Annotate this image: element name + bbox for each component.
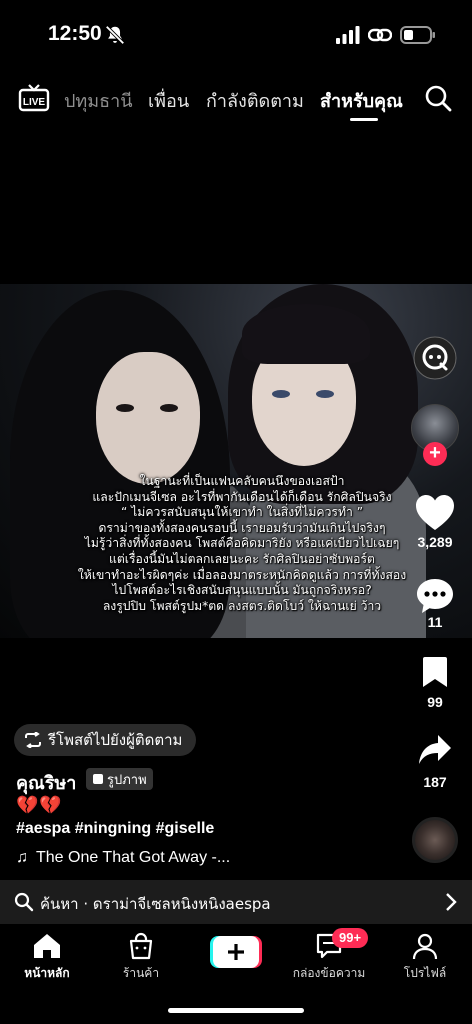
saves-count: 99 bbox=[427, 694, 443, 710]
heart-icon[interactable] bbox=[415, 494, 455, 532]
caption-line: แต่เรื่องนี้มันไม่ตลกเลยนะคะ รักศิลปินอย… bbox=[109, 551, 375, 566]
tab-profile[interactable]: โปรไฟล์ bbox=[380, 932, 470, 983]
repost-button[interactable]: รีโพสต์ไปยังผู้ติดตาม bbox=[14, 724, 197, 756]
comment-icon[interactable] bbox=[416, 578, 454, 614]
photo-badge: รูปภาพ bbox=[86, 768, 153, 790]
chevron-right-icon bbox=[446, 893, 457, 911]
person-left-face bbox=[96, 352, 200, 484]
caption-line: และปักเมนจีเซล อะไรที่พากันเดือนได้ก็เดื… bbox=[92, 489, 392, 504]
caption-line: ไม่รู้ว่าสิ่งที่ทั้งสองคน โพสต์คือคิดมาร… bbox=[84, 536, 400, 551]
status-time: 12:50 bbox=[48, 22, 102, 45]
create-button[interactable] bbox=[210, 936, 262, 968]
tab-profile-label: โปรไฟล์ bbox=[403, 966, 447, 980]
tab-shop[interactable]: ร้านค้า bbox=[96, 932, 186, 983]
tab-friends[interactable]: เพื่อน bbox=[148, 86, 189, 115]
follow-button[interactable]: + bbox=[423, 442, 447, 466]
shop-bag-icon bbox=[129, 932, 153, 960]
search-icon[interactable] bbox=[424, 84, 452, 112]
caption-emojis: 💔💔 bbox=[16, 795, 63, 816]
likes-count: 3,289 bbox=[417, 534, 453, 550]
live-icon[interactable]: LIVE bbox=[18, 84, 50, 112]
caption-line: ไปโพสต์อะไรเชิงสนับสนุนแบบนั้น มันถูกจริ… bbox=[112, 583, 372, 598]
share-icon[interactable] bbox=[418, 734, 452, 766]
home-indicator bbox=[168, 1008, 304, 1013]
tab-nearby[interactable]: ปทุมธานี bbox=[64, 86, 133, 115]
music-title: The One That Got Away -... bbox=[36, 849, 231, 866]
search-icon bbox=[14, 892, 34, 912]
caption-line: ในฐานะที่เป็นแฟนคลับคนนึงของเอสป้า bbox=[139, 474, 345, 488]
shares-count: 187 bbox=[423, 774, 447, 790]
music-note-icon: ♫ bbox=[16, 849, 28, 866]
bookmark-icon[interactable] bbox=[422, 656, 448, 688]
photo-badge-label: รูปภาพ bbox=[107, 772, 147, 788]
music-disc[interactable] bbox=[412, 817, 458, 863]
hashtags[interactable]: #aespa #ningning #giselle bbox=[16, 820, 214, 838]
author-name[interactable]: คุณริษา bbox=[16, 768, 76, 797]
top-nav: LIVE ปทุมธานี เพื่อน กำลังติดตาม สำหรับค… bbox=[0, 80, 472, 121]
tab-following[interactable]: กำลังติดตาม bbox=[206, 86, 304, 115]
comments-count: 11 bbox=[427, 614, 443, 630]
status-bar: 12:50 bbox=[0, 0, 472, 70]
photo-icon bbox=[93, 774, 103, 784]
tab-home-label: หน้าหลัก bbox=[24, 966, 70, 980]
tab-home[interactable]: หน้าหลัก bbox=[2, 932, 92, 983]
live-label: LIVE bbox=[23, 97, 46, 108]
search-similar-icon[interactable] bbox=[413, 336, 457, 380]
tab-for-you[interactable]: สำหรับคุณ bbox=[320, 86, 403, 115]
home-icon bbox=[34, 934, 60, 958]
caption-line: ให้เขาทำอะไรผิดๆค่ะ เมื่อลองมาตระหนักคิด… bbox=[77, 567, 407, 582]
active-tab-indicator bbox=[350, 118, 378, 121]
battery-icon bbox=[400, 26, 435, 44]
post-caption-overlay: ในฐานะที่เป็นแฟนคลับคนนึงของเอสป้า และปั… bbox=[52, 474, 432, 614]
tab-shop-label: ร้านค้า bbox=[122, 966, 160, 980]
caption-line: ดราม่าของทั้งสองคนรอบนี้ เรายอมรับว่ามัน… bbox=[98, 520, 386, 535]
music-info[interactable]: ♫ The One That Got Away -... bbox=[16, 849, 230, 867]
tab-inbox-label: กล่องข้อความ bbox=[292, 966, 366, 980]
bell-muted-icon bbox=[105, 25, 125, 45]
profile-icon bbox=[412, 933, 438, 960]
related-search-bar[interactable]: ค้นหา · ดราม่าจีเซลหนิงหนิงaespa bbox=[0, 880, 472, 924]
repost-label: รีโพสต์ไปยังผู้ติดตาม bbox=[48, 731, 183, 749]
link-icon bbox=[368, 28, 392, 42]
signal-icon bbox=[336, 26, 360, 44]
inbox-badge: 99+ bbox=[332, 928, 369, 948]
caption-line: ลงรูปปิบ โพสต์รูปม*ตด ลงสตร.ติดโบว์ ให้ฉ… bbox=[102, 598, 382, 613]
person-right-bangs bbox=[242, 304, 370, 364]
repost-icon bbox=[25, 732, 41, 748]
caption-line: “ ไม่ควรสนับสนุนให้เขาทำ ในสิ่งที่ไม่ควร… bbox=[120, 505, 364, 520]
related-search-text: ค้นหา · ดราม่าจีเซลหนิงหนิงaespa bbox=[40, 895, 271, 913]
